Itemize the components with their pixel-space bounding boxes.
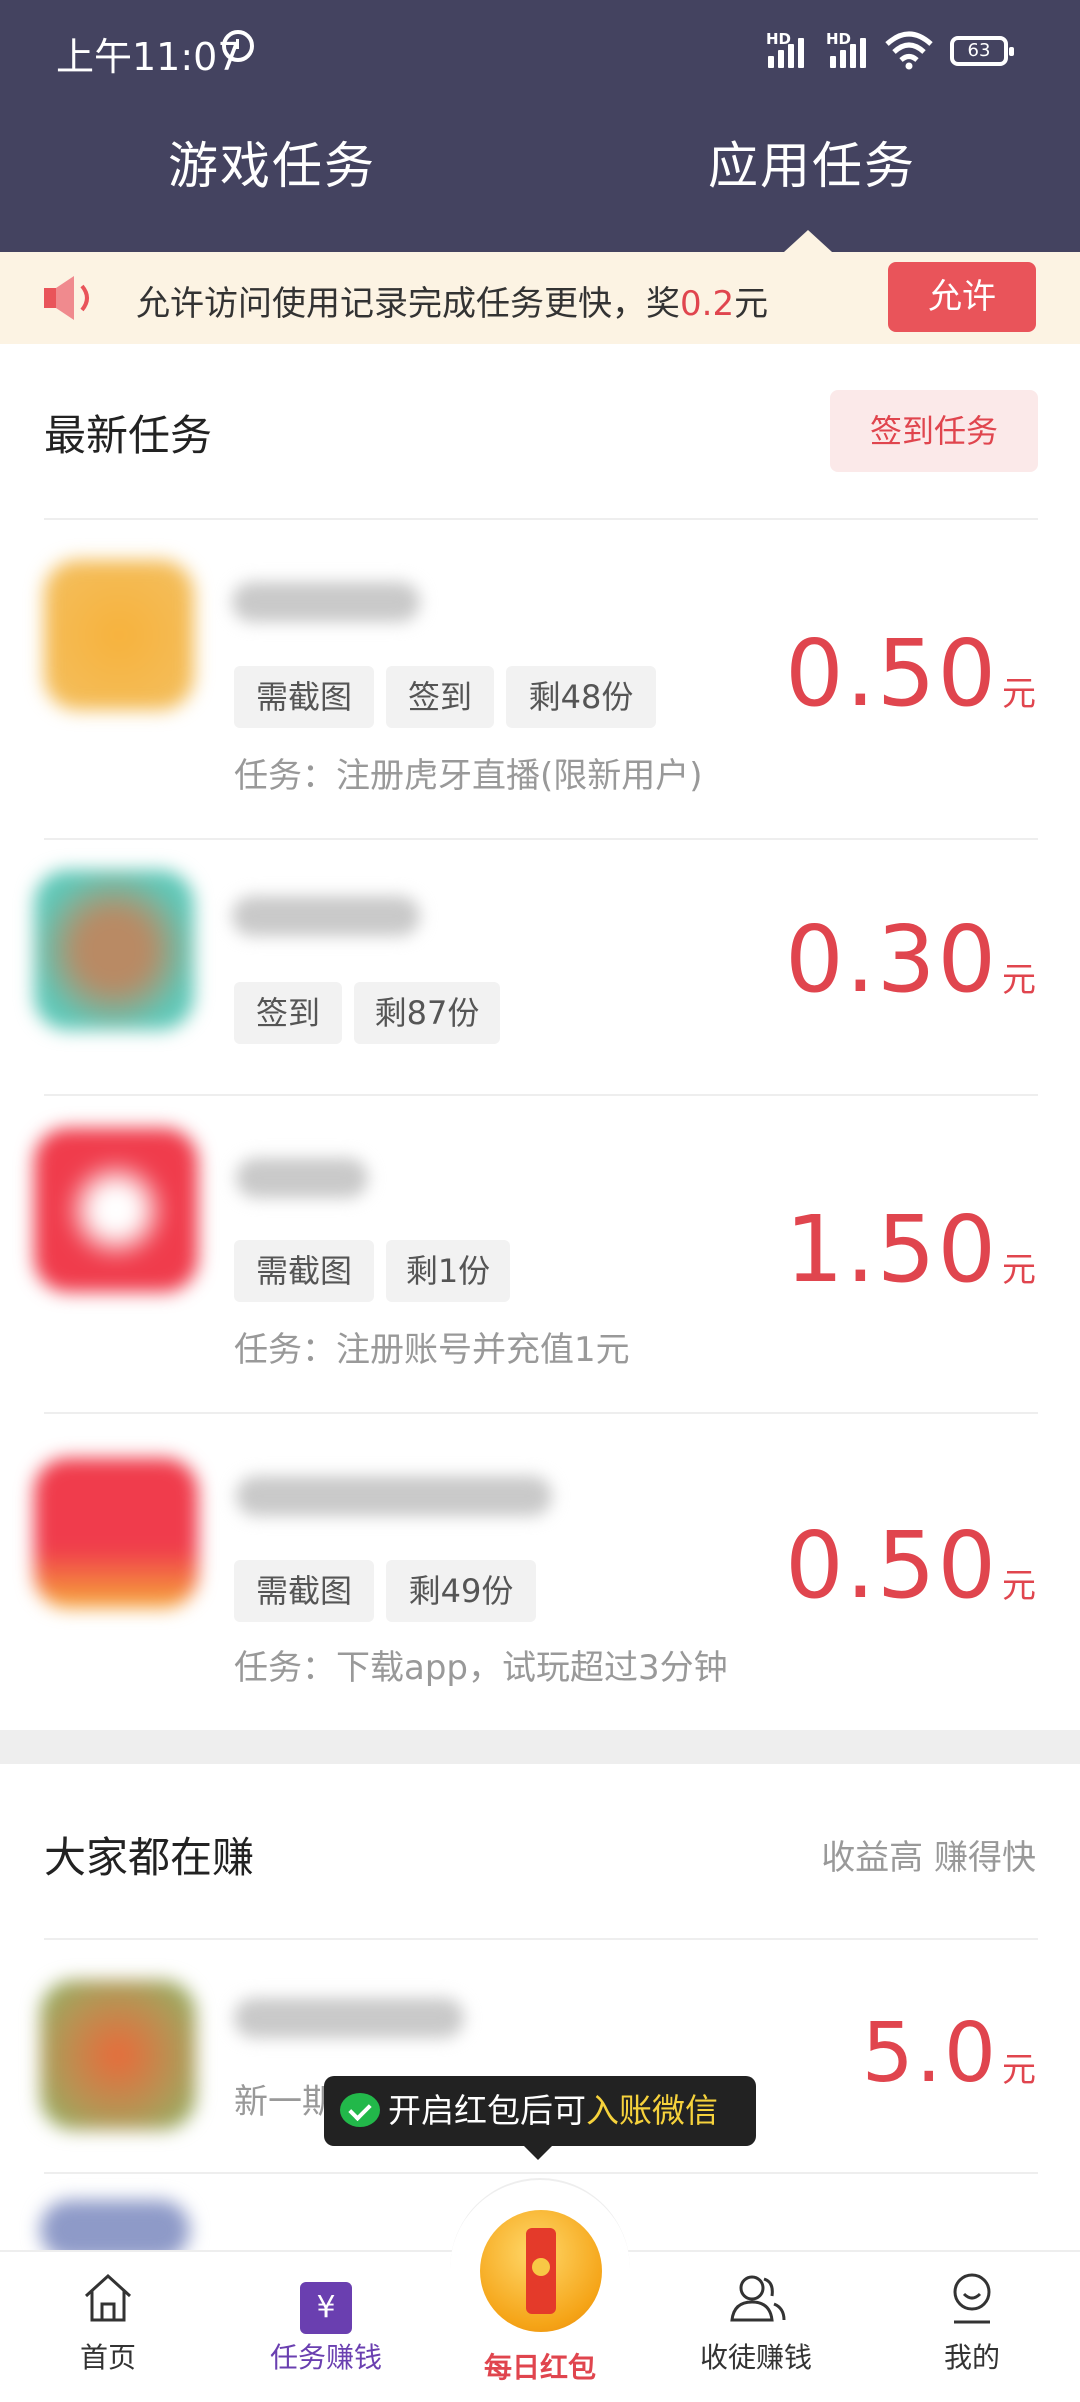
permission-notice: 允许访问使用记录完成任务更快，奖0.2元 允许 — [0, 252, 1080, 344]
task-reward: 1.50 元 — [785, 1196, 1036, 1303]
app-name-blurred — [234, 1998, 464, 2038]
wifi-icon — [885, 31, 933, 70]
divider — [44, 1094, 1038, 1096]
battery-level: 63 — [967, 40, 991, 61]
notice-prefix: 允许访问使用记录完成任务更快，奖 — [136, 284, 680, 324]
popular-subtitle: 收益高 赚得快 — [821, 1838, 1036, 1878]
reward-unit: 元 — [1002, 674, 1036, 714]
popular-title: 大家都在赚 — [44, 1833, 255, 1882]
nav-mine[interactable]: 我的 — [892, 2260, 1052, 2390]
popular-reward: 5.0 元 — [862, 2006, 1036, 2101]
wechat-tooltip: 开启红包后可入账微信 — [324, 2076, 756, 2160]
reward-unit: 元 — [1002, 1250, 1036, 1290]
signal-icon-2 — [826, 28, 876, 68]
task-description: 任务：注册虎牙直播(限新用户) — [234, 756, 703, 796]
tooltip-prefix: 开启红包后可 — [388, 2091, 586, 2130]
alarm-icon — [222, 30, 254, 62]
divider — [44, 1412, 1038, 1414]
latest-tasks-title: 最新任务 — [44, 411, 213, 460]
tab-game-tasks[interactable]: 游戏任务 — [168, 126, 376, 198]
app-name-blurred — [236, 1476, 552, 1516]
home-icon — [84, 2273, 132, 2322]
active-tab-indicator — [784, 230, 832, 252]
app-name-blurred — [232, 896, 420, 936]
reward-amount: 5.0 — [861, 2006, 998, 2101]
divider — [44, 838, 1038, 840]
signal-icon-1 — [764, 28, 814, 68]
task-description: 任务：下载app，试玩超过3分钟 — [234, 1648, 728, 1688]
app-thumbnail — [34, 1458, 198, 1608]
status-time: 上午11:07 — [56, 35, 242, 79]
notice-amount: 0.2 — [680, 284, 735, 324]
nav-tasks-label: 任务赚钱 — [269, 2341, 382, 2374]
task-tag: 签到 — [234, 982, 342, 1044]
checkin-tasks-button[interactable]: 签到任务 — [830, 390, 1038, 472]
task-tag: 剩48份 — [506, 666, 656, 728]
reward-unit: 元 — [1002, 2050, 1036, 2090]
nav-recruit-label: 收徒赚钱 — [699, 2341, 812, 2374]
allow-button[interactable]: 允许 — [888, 262, 1036, 332]
task-tag: 剩49份 — [386, 1560, 536, 1622]
divider — [44, 1938, 1038, 1940]
task-reward: 0.50 元 — [785, 1512, 1036, 1619]
task-description: 任务：注册账号并充值1元 — [234, 1330, 630, 1370]
nav-home[interactable]: 首页 — [28, 2260, 188, 2390]
task-tag: 需截图 — [234, 1560, 374, 1622]
app-thumbnail — [34, 1128, 198, 1292]
task-reward: 0.30 元 — [785, 906, 1036, 1013]
nav-home-label: 首页 — [79, 2341, 136, 2374]
red-envelope-icon — [526, 2228, 556, 2314]
nav-mine-label: 我的 — [943, 2341, 1000, 2374]
notice-suffix: 元 — [734, 284, 769, 324]
app-thumbnail — [40, 1980, 196, 2130]
popular-item-description: 新一期 — [234, 2082, 336, 2122]
reward-amount: 0.30 — [785, 906, 998, 1013]
reward-amount: 0.50 — [785, 620, 998, 727]
nav-redpack-label[interactable]: 每日红包 — [440, 2346, 640, 2386]
task-reward: 0.50 元 — [785, 620, 1036, 727]
app-thumbnail — [44, 560, 194, 710]
section-separator — [0, 1730, 1080, 1764]
speaker-icon — [44, 276, 89, 320]
tab-app-tasks[interactable]: 应用任务 — [708, 126, 916, 198]
nav-tasks[interactable]: ¥ 任务赚钱 — [246, 2260, 406, 2390]
app-thumbnail — [34, 870, 194, 1030]
reward-amount: 0.50 — [785, 1512, 998, 1619]
notice-text: 允许访问使用记录完成任务更快，奖0.2元 — [136, 276, 768, 325]
reward-unit: 元 — [1002, 960, 1036, 1000]
app-header: 上午11:07 HD HD 63 游戏任务 应用任务 — [0, 0, 1080, 252]
task-tag: 需截图 — [234, 666, 374, 728]
app-name-blurred — [236, 1158, 368, 1198]
yuan-icon: ¥ — [300, 2282, 352, 2334]
wechat-icon — [340, 2092, 380, 2127]
people-icon — [730, 2275, 786, 2322]
tooltip-highlight: 入账微信 — [586, 2091, 718, 2130]
app-name-blurred — [232, 582, 420, 622]
task-tag: 需截图 — [234, 1240, 374, 1302]
battery-icon: 63 — [950, 36, 1014, 66]
reward-unit: 元 — [1002, 1566, 1036, 1606]
divider — [44, 2172, 1038, 2174]
user-icon — [953, 2273, 991, 2324]
nav-recruit[interactable]: 收徒赚钱 — [676, 2260, 836, 2390]
divider — [44, 518, 1038, 520]
reward-amount: 1.50 — [785, 1196, 998, 1303]
task-tag: 签到 — [386, 666, 494, 728]
task-tag: 剩1份 — [386, 1240, 510, 1302]
task-tag: 剩87份 — [354, 982, 500, 1044]
